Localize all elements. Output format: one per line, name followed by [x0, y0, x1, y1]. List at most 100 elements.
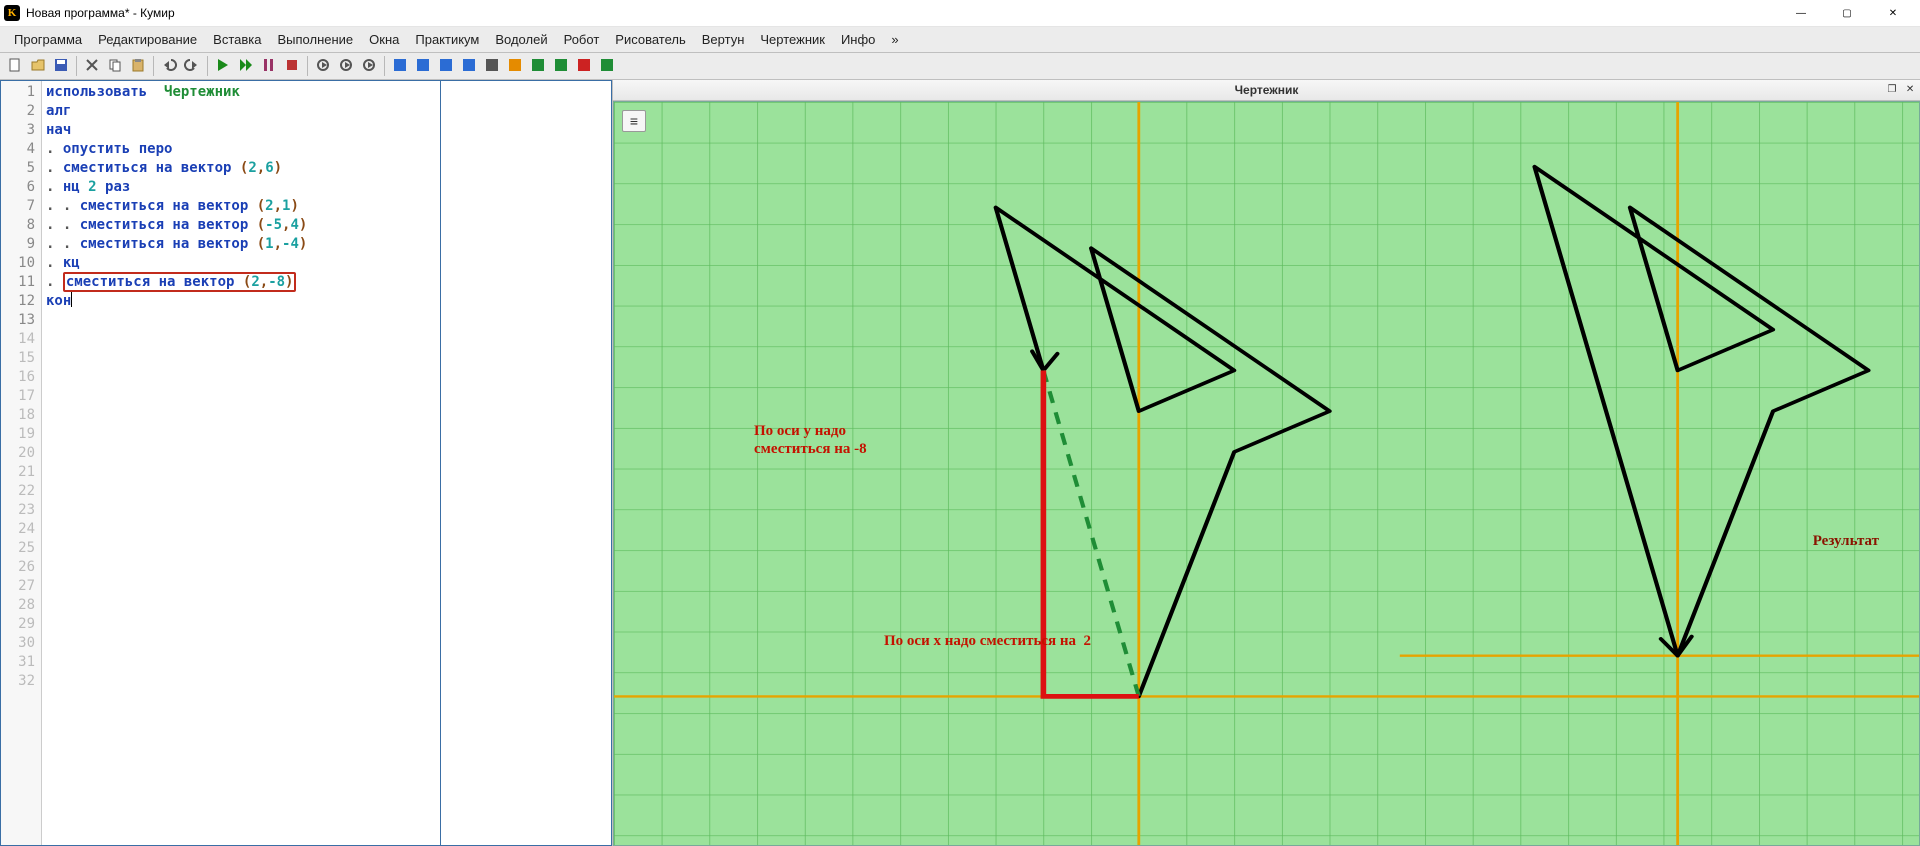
code-line	[46, 615, 436, 634]
copy-icon	[107, 57, 123, 76]
code-line: кон	[46, 292, 436, 311]
step-icon	[238, 57, 254, 76]
toolbar	[0, 53, 1920, 80]
line-number: 20	[1, 444, 35, 463]
code-line	[46, 387, 436, 406]
step-button[interactable]	[235, 55, 257, 77]
actor-7-button[interactable]	[527, 55, 549, 77]
line-number: 11	[1, 273, 35, 292]
code-line	[46, 482, 436, 501]
menu-практикум[interactable]: Практикум	[407, 29, 487, 50]
line-number: 17	[1, 387, 35, 406]
actor-5-button[interactable]	[481, 55, 503, 77]
actor-3-icon	[438, 57, 454, 76]
pause-button[interactable]	[258, 55, 280, 77]
line-number: 13	[1, 311, 35, 330]
menu-редактирование[interactable]: Редактирование	[90, 29, 205, 50]
open-file-button[interactable]	[27, 55, 49, 77]
menu-»[interactable]: »	[883, 29, 906, 50]
line-number: 31	[1, 653, 35, 672]
line-number: 29	[1, 615, 35, 634]
window-title: Новая программа* - Кумир	[26, 6, 175, 20]
menu-водолей[interactable]: Водолей	[487, 29, 555, 50]
editor-pane: 1234567891011121314151617181920212223242…	[0, 80, 613, 846]
window-maximize-button[interactable]: ▢	[1824, 0, 1870, 26]
line-number: 4	[1, 140, 35, 159]
canvas-menu-button[interactable]: ≡	[622, 110, 646, 132]
code-line: . сместиться на вектор (2,6)	[46, 159, 436, 178]
actor-3-button[interactable]	[435, 55, 457, 77]
line-number: 19	[1, 425, 35, 444]
line-number: 6	[1, 178, 35, 197]
code-line: нач	[46, 121, 436, 140]
copy-button[interactable]	[104, 55, 126, 77]
menu-вертун[interactable]: Вертун	[694, 29, 753, 50]
annotation-x: По оси x надо сместиться на 2	[884, 632, 1091, 650]
new-file-button[interactable]	[4, 55, 26, 77]
stop-icon	[284, 57, 300, 76]
code-line: использовать Чертежник	[46, 83, 436, 102]
code-line: . . сместиться на вектор (2,1)	[46, 197, 436, 216]
code-line	[46, 653, 436, 672]
cut-button[interactable]	[81, 55, 103, 77]
actor-1-button[interactable]	[389, 55, 411, 77]
menu-вставка[interactable]: Вставка	[205, 29, 269, 50]
menu-робот[interactable]: Робот	[556, 29, 608, 50]
actor-7-icon	[530, 57, 546, 76]
line-number: 23	[1, 501, 35, 520]
step-out-icon	[361, 57, 377, 76]
menu-программа[interactable]: Программа	[6, 29, 90, 50]
code-line	[46, 444, 436, 463]
scene-svg	[614, 102, 1919, 845]
app-icon: K	[4, 5, 20, 21]
undo-button[interactable]	[158, 55, 180, 77]
actor-8-button[interactable]	[550, 55, 572, 77]
actor-10-button[interactable]	[596, 55, 618, 77]
drawing-canvas[interactable]: ≡	[613, 101, 1920, 846]
actor-6-icon	[507, 57, 523, 76]
paste-button[interactable]	[127, 55, 149, 77]
redo-icon	[184, 57, 200, 76]
save-file-button[interactable]	[50, 55, 72, 77]
step-over-icon	[338, 57, 354, 76]
menu-инфо[interactable]: Инфо	[833, 29, 883, 50]
dock-maximize-button[interactable]: ❐	[1884, 81, 1900, 97]
line-number: 30	[1, 634, 35, 653]
step-over-button[interactable]	[335, 55, 357, 77]
menu-окна[interactable]: Окна	[361, 29, 407, 50]
window-close-button[interactable]: ✕	[1870, 0, 1916, 26]
actor-5-icon	[484, 57, 500, 76]
menu-рисователь[interactable]: Рисователь	[607, 29, 693, 50]
line-number: 1	[1, 83, 35, 102]
actor-4-button[interactable]	[458, 55, 480, 77]
menu-выполнение[interactable]: Выполнение	[269, 29, 361, 50]
menu-чертежник[interactable]: Чертежник	[752, 29, 833, 50]
code-line	[46, 349, 436, 368]
actor-9-button[interactable]	[573, 55, 595, 77]
line-number: 3	[1, 121, 35, 140]
actor-2-icon	[415, 57, 431, 76]
code-line	[46, 368, 436, 387]
actor-dock: Чертежник ❐ ✕ ≡	[613, 80, 1920, 846]
line-number: 5	[1, 159, 35, 178]
window-minimize-button[interactable]: —	[1778, 0, 1824, 26]
code-editor[interactable]: использовать Чертежникалгнач. опустить п…	[42, 81, 440, 845]
stop-button[interactable]	[281, 55, 303, 77]
actor-1-icon	[392, 57, 408, 76]
code-line	[46, 577, 436, 596]
actor-10-icon	[599, 57, 615, 76]
menubar: ПрограммаРедактированиеВставкаВыполнение…	[0, 27, 1920, 53]
actor-6-button[interactable]	[504, 55, 526, 77]
actor-9-icon	[576, 57, 592, 76]
dock-close-button[interactable]: ✕	[1902, 81, 1918, 97]
line-number: 21	[1, 463, 35, 482]
actor-2-button[interactable]	[412, 55, 434, 77]
new-file-icon	[7, 57, 23, 76]
text-caret	[71, 292, 72, 307]
run-button[interactable]	[212, 55, 234, 77]
redo-button[interactable]	[181, 55, 203, 77]
step-out-button[interactable]	[358, 55, 380, 77]
step-into-button[interactable]	[312, 55, 334, 77]
actor-4-icon	[461, 57, 477, 76]
line-number: 22	[1, 482, 35, 501]
